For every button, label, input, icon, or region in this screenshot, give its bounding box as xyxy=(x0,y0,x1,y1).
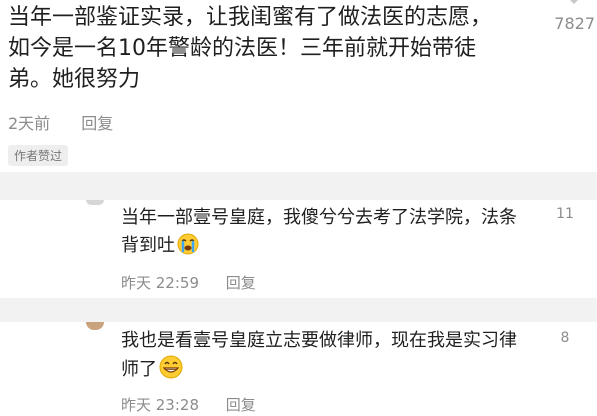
reply-item: 当年一部壹号皇庭，我傻兮兮去考了法学院，法条背到吐 11 昨天 22:59 回复 xyxy=(0,200,597,298)
comment-time: 2天前 xyxy=(8,114,51,133)
like-icon[interactable] xyxy=(562,0,586,6)
reply-item: 我也是看壹号皇庭立志要做律师，现在我是实习律师了 8 昨天 23:28 回复 xyxy=(0,322,597,416)
reply-text: 当年一部壹号皇庭，我傻兮兮去考了法学院，法条背到吐 xyxy=(121,204,521,260)
like-count: 7827 xyxy=(554,14,595,33)
reply-button[interactable]: 回复 xyxy=(226,274,256,292)
comment-text: 当年一部鉴证实录，让我闺蜜有了做法医的志愿，如今是一名10年警龄的法医！三年前就… xyxy=(8,5,493,92)
main-comment: 当年一部鉴证实录，让我闺蜜有了做法医的志愿，如今是一名10年警龄的法医！三年前就… xyxy=(0,0,597,172)
reply-button[interactable]: 回复 xyxy=(226,396,256,414)
reply-button[interactable]: 回复 xyxy=(81,110,113,134)
avatar[interactable] xyxy=(86,322,104,330)
reply-like-count: 11 xyxy=(556,206,574,222)
avatar[interactable] xyxy=(86,200,104,205)
comment-meta: 2天前 回复 xyxy=(8,110,113,134)
reply-meta: 昨天 22:59 回复 xyxy=(121,272,256,293)
reply-time: 昨天 23:28 xyxy=(121,396,199,414)
grinning-face-icon xyxy=(159,355,183,379)
author-liked-badge: 作者赞过 xyxy=(8,145,69,166)
reply-meta: 昨天 23:28 回复 xyxy=(121,394,256,415)
reply-time: 昨天 22:59 xyxy=(121,274,199,292)
crying-face-icon xyxy=(177,233,199,255)
reply-like-count: 8 xyxy=(560,330,570,346)
reply-text: 我也是看壹号皇庭立志要做律师，现在我是实习律师了 xyxy=(121,327,521,384)
